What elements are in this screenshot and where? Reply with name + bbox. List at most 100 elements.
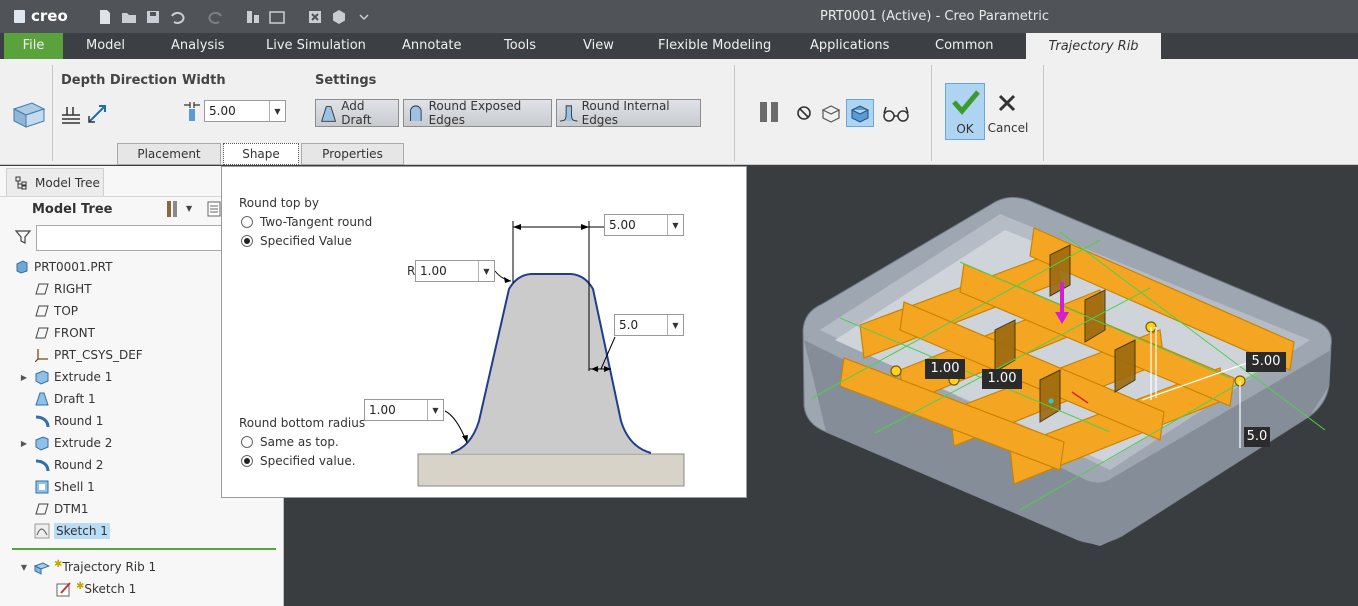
redo-icon[interactable] xyxy=(208,9,224,25)
ok-button[interactable]: OK xyxy=(945,83,985,140)
tree-item-round-1[interactable]: Round 1 xyxy=(34,410,103,432)
menu-applications[interactable]: Applications xyxy=(798,33,901,59)
chevron-down-icon[interactable]: ▼ xyxy=(478,261,494,281)
chevron-down-icon[interactable]: ▼ xyxy=(427,400,443,420)
glasses-icon[interactable] xyxy=(882,105,910,123)
no-preview-icon[interactable] xyxy=(795,104,813,122)
tree-item-part[interactable]: PRT0001.PRT xyxy=(14,256,112,278)
chevron-down-icon[interactable]: ▼ xyxy=(667,215,683,235)
add-draft-button[interactable]: Add Draft xyxy=(315,99,399,127)
undo-icon[interactable] xyxy=(169,9,185,25)
collapse-arrow-icon[interactable]: ▼ xyxy=(18,563,30,572)
menu-analysis[interactable]: Analysis xyxy=(159,33,237,59)
menu-live-simulation[interactable]: Live Simulation xyxy=(254,33,378,59)
ribbon-separator xyxy=(931,65,932,161)
tree-item-extrude-1[interactable]: ▶ Extrude 1 xyxy=(18,366,112,388)
tree-search-input[interactable] xyxy=(36,225,224,251)
menu-flexible-modeling[interactable]: Flexible Modeling xyxy=(646,33,783,59)
cancel-label: Cancel xyxy=(987,121,1029,135)
expand-arrow-icon[interactable]: ▶ xyxy=(18,373,30,382)
bottom-radius-value: 1.00 xyxy=(369,403,396,417)
dimension-label[interactable]: 1.00 xyxy=(925,359,965,379)
width-combo[interactable]: 5.00 ▼ xyxy=(204,100,286,122)
round-exposed-icon xyxy=(410,105,422,122)
tree-item-right[interactable]: RIGHT xyxy=(34,278,92,300)
dimension-label[interactable]: 5.0 xyxy=(1244,427,1270,447)
save-icon[interactable] xyxy=(145,9,161,25)
settings-hex-icon[interactable] xyxy=(331,9,347,25)
tab-placement[interactable]: Placement xyxy=(117,143,221,165)
round-internal-edges-button[interactable]: Round Internal Edges xyxy=(556,99,701,127)
tree-item-label: Sketch 1 xyxy=(54,523,110,539)
draft-angle-combo[interactable]: 5.0 ▼ xyxy=(614,314,684,336)
title-bar: creo PRT0001 (Active) - Creo Parametric xyxy=(0,0,1358,33)
tree-item-label: PRT_CSYS_DEF xyxy=(54,348,143,362)
ribbon-separator xyxy=(734,65,735,161)
draft-icon xyxy=(321,106,337,122)
tab-trajectory-rib[interactable]: Trajectory Rib xyxy=(1026,33,1161,59)
tree-item-shell-1[interactable]: Shell 1 xyxy=(34,476,95,498)
tree-item-label: Extrude 1 xyxy=(54,370,113,384)
tree-item-label: Shell 1 xyxy=(54,480,95,494)
verification-mode-button[interactable] xyxy=(846,99,874,127)
tree-item-sketch-1-child[interactable]: ✱ Sketch 1 xyxy=(56,578,136,600)
settings-list-icon[interactable] xyxy=(206,200,222,218)
tree-item-sketch-1[interactable]: Sketch 1 xyxy=(34,520,110,542)
menu-view[interactable]: View xyxy=(571,33,626,59)
tree-item-top[interactable]: TOP xyxy=(34,300,78,322)
customize-chevron-icon[interactable] xyxy=(356,9,372,25)
depth-direction-icon[interactable] xyxy=(60,103,82,125)
flip-direction-icon[interactable] xyxy=(86,103,108,125)
tree-item-label: Round 1 xyxy=(54,414,104,428)
menu-tools[interactable]: Tools xyxy=(492,33,548,59)
tree-item-round-2[interactable]: Round 2 xyxy=(34,454,103,476)
tree-item-csys[interactable]: PRT_CSYS_DEF xyxy=(34,344,143,366)
dimension-label[interactable]: 1.00 xyxy=(982,369,1022,389)
pause-icon[interactable] xyxy=(757,100,781,124)
round-exposed-edges-button[interactable]: Round Exposed Edges xyxy=(403,99,552,127)
chevron-down-icon[interactable]: ▼ xyxy=(186,204,192,213)
regenerate-icon[interactable] xyxy=(245,9,261,25)
ribbon-separator xyxy=(52,65,53,161)
menu-annotate[interactable]: Annotate xyxy=(390,33,473,59)
chevron-down-icon[interactable]: ▼ xyxy=(269,101,285,121)
menu-model[interactable]: Model xyxy=(74,33,137,59)
star-icon: ✱ xyxy=(76,580,85,592)
menu-file[interactable]: File xyxy=(4,33,63,59)
rib-width-combo[interactable]: 5.00 ▼ xyxy=(604,214,684,236)
tools-icon[interactable] xyxy=(164,200,180,218)
width-value: 5.00 xyxy=(209,104,236,118)
tree-item-label: FRONT xyxy=(54,326,95,340)
bottom-radius-combo[interactable]: 1.00 ▼ xyxy=(364,399,444,421)
menu-common[interactable]: Common xyxy=(923,33,1006,59)
tab-properties[interactable]: Properties xyxy=(301,143,404,165)
open-folder-icon[interactable] xyxy=(121,9,137,25)
tree-item-front[interactable]: FRONT xyxy=(34,322,95,344)
cancel-button[interactable]: Cancel xyxy=(988,83,1028,140)
round-icon xyxy=(34,413,50,429)
chevron-down-icon[interactable]: ▼ xyxy=(667,315,683,335)
datum-plane-icon xyxy=(34,303,50,319)
tree-item-trajectory-rib-1[interactable]: ▼ ✱ Trajectory Rib 1 xyxy=(18,556,156,578)
same-as-top-radio[interactable]: Same as top. xyxy=(241,435,339,449)
ok-label: OK xyxy=(956,122,974,136)
expand-arrow-icon[interactable]: ▶ xyxy=(18,439,30,448)
tree-item-extrude-2[interactable]: ▶ Extrude 2 xyxy=(18,432,112,454)
rib-icon xyxy=(34,559,50,575)
tab-shape[interactable]: Shape xyxy=(223,143,299,165)
close-window-icon[interactable] xyxy=(307,9,323,25)
specified-value-bottom-radio[interactable]: Specified value. xyxy=(241,454,356,468)
attached-preview-icon[interactable] xyxy=(820,102,842,124)
new-file-icon[interactable] xyxy=(97,9,113,25)
dimension-label[interactable]: 5.00 xyxy=(1246,352,1286,372)
settings-label: Settings xyxy=(315,73,377,88)
top-radius-combo[interactable]: 1.00 ▼ xyxy=(415,260,495,282)
tree-item-dtm1[interactable]: DTM1 xyxy=(34,498,89,520)
checkmark-icon xyxy=(952,90,980,115)
tree-item-draft-1[interactable]: Draft 1 xyxy=(34,388,96,410)
windows-icon[interactable] xyxy=(269,9,285,25)
tree-item-label: RIGHT xyxy=(54,282,92,296)
filter-icon[interactable] xyxy=(14,228,32,246)
close-icon xyxy=(998,94,1016,112)
tab-model-tree[interactable]: Model Tree xyxy=(6,168,104,196)
